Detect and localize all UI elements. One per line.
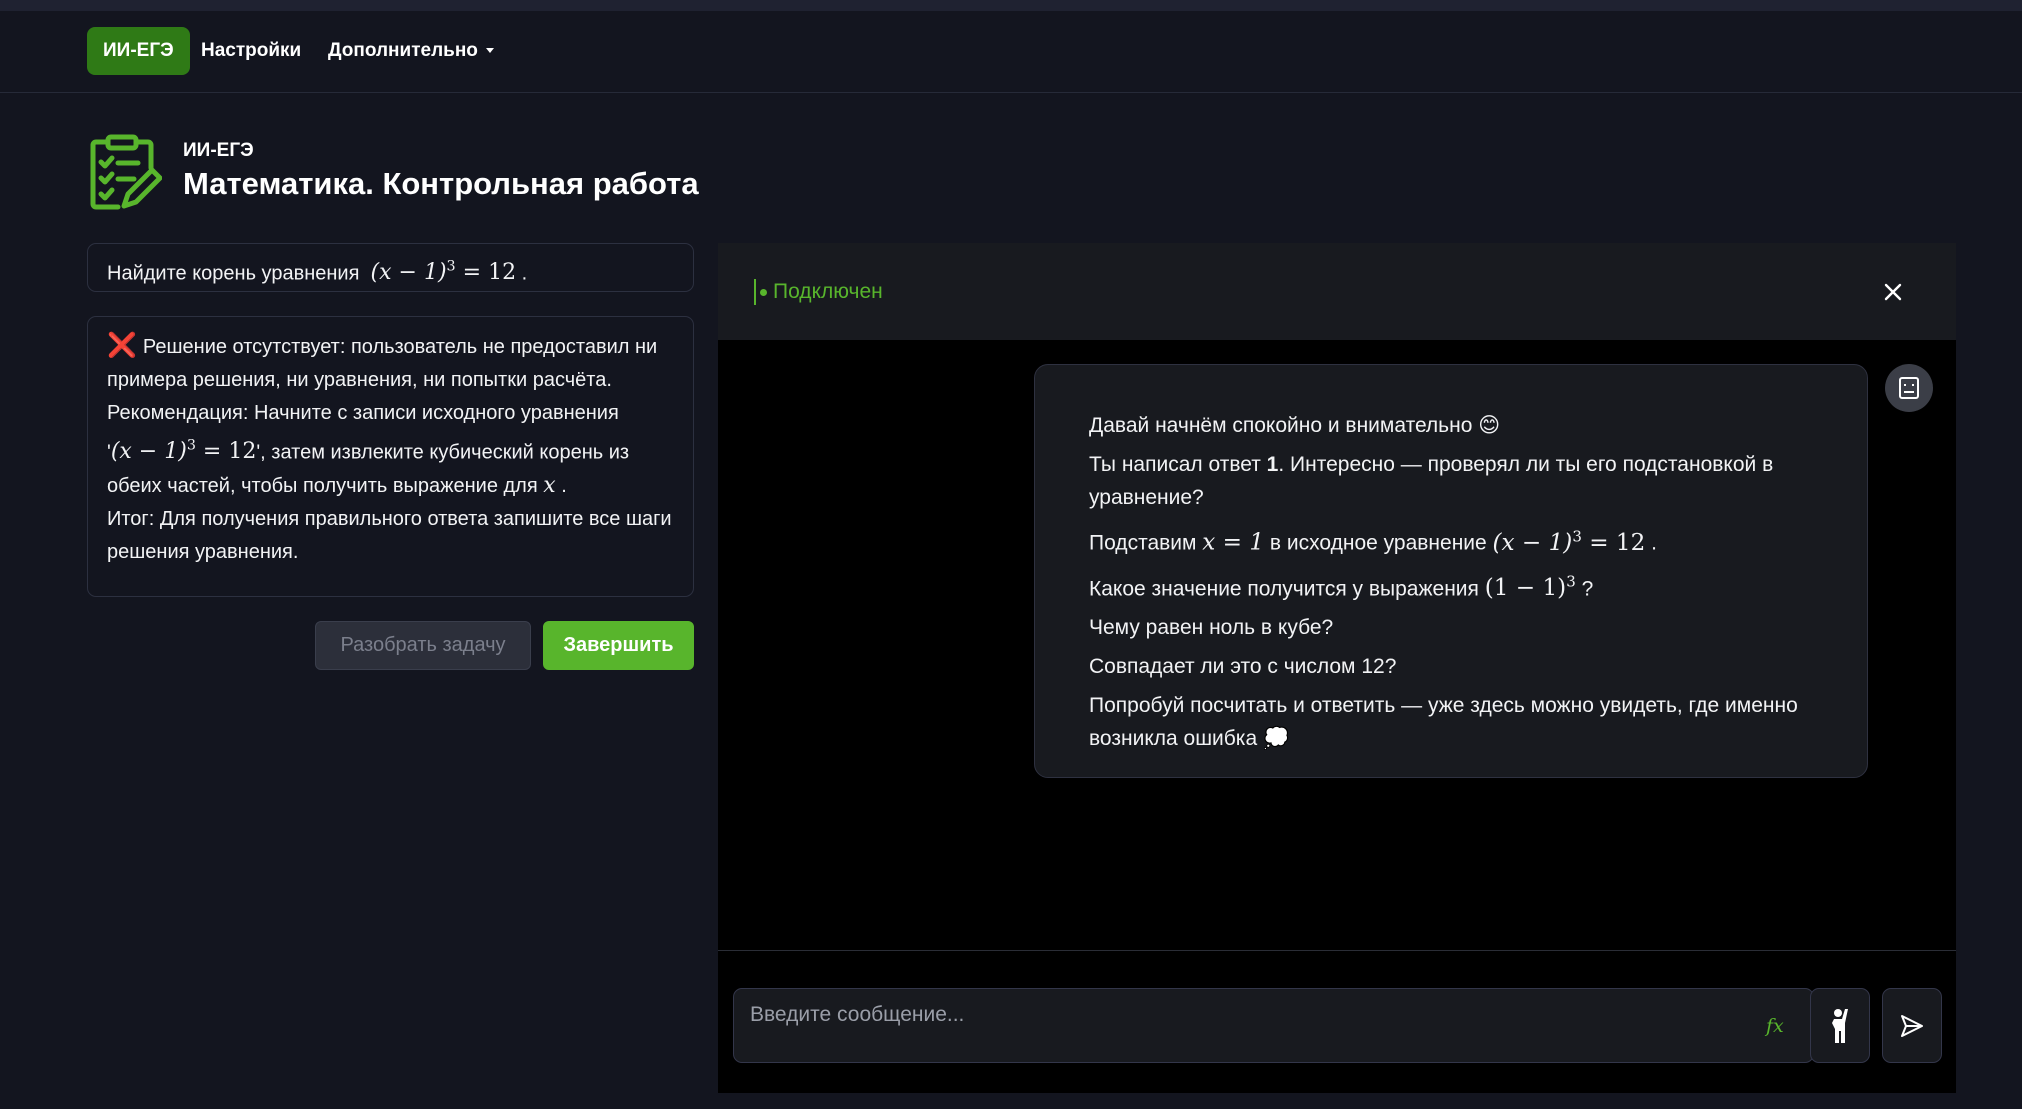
analyze-task-button[interactable]: Разобрать задачу xyxy=(315,621,531,670)
navbar: ИИ-ЕГЭ Настройки Дополнительно xyxy=(0,11,2022,93)
chat-header: Подключен xyxy=(718,243,1956,340)
raise-hand-icon xyxy=(1832,1008,1848,1043)
error-cross-icon: ❌ xyxy=(107,332,137,359)
feedback-line-3: Итог: Для получения правильного ответа з… xyxy=(107,508,672,564)
page-title: Математика. Контрольная работа xyxy=(183,166,699,201)
raise-hand-button[interactable] xyxy=(1810,988,1870,1063)
message-input[interactable] xyxy=(734,989,1714,1062)
nav-more-dropdown[interactable]: Дополнительно xyxy=(328,27,494,75)
robot-face-icon xyxy=(1899,377,1919,399)
feedback-line-1: ❌ Решение отсутствует: пользователь не пр… xyxy=(107,332,658,391)
task-text: Найдите корень уравнения xyxy=(107,262,360,285)
caret-down-icon xyxy=(485,48,494,54)
finish-button[interactable]: Завершить xyxy=(543,621,694,670)
page-subtitle: ИИ-ЕГЭ xyxy=(183,140,254,161)
formula-button[interactable]: fx xyxy=(1766,1015,1784,1037)
feedback-line-2: Рекомендация: Начните с записи исходного… xyxy=(107,402,630,499)
chat-divider xyxy=(718,950,1956,951)
feedback-card: ❌ Решение отсутствует: пользователь не пр… xyxy=(87,316,694,597)
top-strip xyxy=(0,0,2022,11)
send-button[interactable] xyxy=(1882,988,1942,1063)
send-icon xyxy=(1901,1014,1923,1037)
nav-settings-link[interactable]: Настройки xyxy=(201,27,301,75)
nav-more-label: Дополнительно xyxy=(328,40,478,61)
connection-status: Подключен xyxy=(754,279,883,305)
assistant-message: Давай начнём спокойно и внимательно 😊 Ты… xyxy=(1034,364,1868,778)
task-equation: (x − 1)3 = 12 xyxy=(370,259,517,286)
close-icon[interactable] xyxy=(1878,277,1908,307)
status-dot-icon xyxy=(760,288,767,296)
brand-link[interactable]: ИИ-ЕГЭ xyxy=(87,27,190,75)
bot-avatar xyxy=(1885,364,1933,412)
chat-panel: Подключен Давай начнём спокойно и внимат… xyxy=(718,243,1956,1093)
task-card: Найдите корень уравнения (x − 1)3 = 12 . xyxy=(87,243,694,292)
clipboard-checklist-icon xyxy=(90,134,162,210)
message-input-container: fx xyxy=(733,988,1814,1063)
